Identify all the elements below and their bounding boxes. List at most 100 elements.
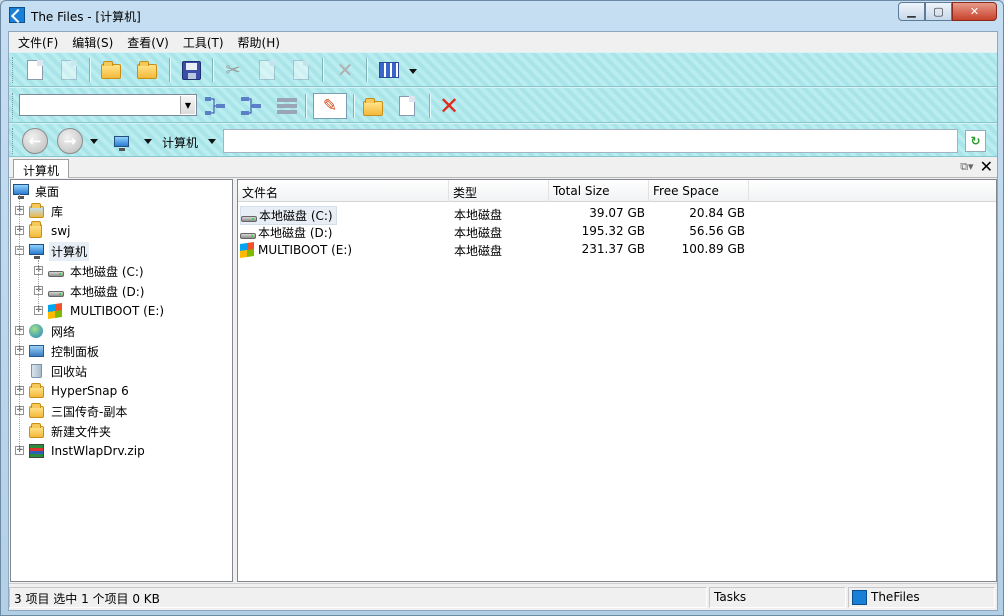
zip-icon (29, 443, 45, 459)
menu-edit[interactable]: 编辑(S) (65, 32, 120, 52)
tree-item[interactable]: 桌面 (13, 181, 61, 201)
tab-list-icon[interactable]: ⧉▾ (960, 160, 973, 174)
tree-item[interactable]: 三国传奇-副本 (29, 401, 129, 421)
save-button[interactable] (179, 58, 203, 82)
tree-item[interactable]: HyperSnap 6 (29, 381, 131, 401)
status-app-label: TheFiles (871, 590, 920, 604)
open-button[interactable] (361, 96, 385, 120)
desktop-icon (13, 183, 29, 199)
maximize-button[interactable]: ▢ (925, 2, 952, 21)
toolbar-grip[interactable] (12, 128, 15, 154)
view-mode-button[interactable] (377, 58, 401, 82)
address-dropdown-arrow[interactable] (208, 139, 216, 144)
list-item-name[interactable]: 本地磁盘 (D:) (240, 224, 335, 241)
folder-icon (29, 423, 45, 439)
folder-tree[interactable]: 桌面库 + swj + 计算机 − 本地磁盘 (C:) + 本地磁盘 (D:) + MULTIBOO… (10, 179, 233, 582)
list-item-name[interactable]: MULTIBOOT (E:) (240, 242, 355, 258)
address-input[interactable] (223, 129, 958, 153)
tree-item-label: InstWlapDrv.zip (51, 444, 145, 458)
column-name-header[interactable]: 文件名 (238, 180, 449, 202)
toolbar-grip[interactable] (12, 57, 15, 83)
cut-button[interactable]: ✂ (221, 58, 245, 82)
paste-button[interactable] (289, 58, 313, 82)
status-app[interactable]: TheFiles (848, 587, 995, 608)
status-tasks[interactable]: Tasks (709, 587, 846, 608)
tree-item-label: 本地磁盘 (C:) (70, 264, 144, 279)
window-title: The Files - [计算机] (31, 10, 141, 24)
tree-item-label: 库 (51, 204, 64, 219)
column-free-space-header[interactable]: Free Space (649, 180, 749, 202)
tree-item[interactable]: 计算机 (29, 241, 90, 261)
view-dropdown-arrow[interactable] (409, 69, 417, 74)
computer-location-button[interactable] (109, 129, 133, 153)
combo-arrow-icon[interactable]: ▼ (180, 96, 195, 114)
back-arrow-icon: ← (28, 132, 42, 150)
tree-item[interactable]: 本地磁盘 (C:) (48, 261, 146, 281)
list-view-icon (277, 98, 297, 114)
new-file-button[interactable] (23, 58, 47, 82)
toolbar-separator (429, 94, 430, 118)
tree-item-label: 本地磁盘 (D:) (70, 284, 145, 299)
view-grid-icon (379, 62, 399, 78)
open-folder-button[interactable] (99, 59, 123, 83)
windows-drive-icon (48, 303, 64, 319)
list-item-name-label: MULTIBOOT (E:) (258, 243, 353, 257)
list-item-name-label: 本地磁盘 (C:) (259, 209, 333, 223)
menu-bar: 文件(F) 编辑(S) 查看(V) 工具(T) 帮助(H) (9, 32, 997, 52)
menu-help[interactable]: 帮助(H) (231, 32, 287, 52)
tree-item[interactable]: 控制面板 (29, 341, 101, 361)
properties-button[interactable] (395, 94, 419, 118)
folder-up-button[interactable] (135, 59, 159, 83)
menu-file[interactable]: 文件(F) (11, 32, 65, 52)
tree-item-label: 回收站 (51, 364, 88, 379)
tab-computer[interactable]: 计算机 (13, 159, 70, 178)
tree-item-label: 控制面板 (51, 344, 100, 359)
toolbar-separator (353, 94, 354, 118)
list-item[interactable]: 本地磁盘 (C:) 本地磁盘 39.07 GB 20.84 GB (238, 205, 996, 225)
tree-item[interactable]: InstWlapDrv.zip (29, 441, 147, 461)
tree-item[interactable]: 网络 (29, 321, 77, 341)
library-icon (29, 203, 45, 219)
minimize-button[interactable]: ▁ (898, 2, 925, 21)
tree-item[interactable]: 回收站 (29, 361, 89, 381)
drive-combo[interactable]: ▼ (19, 94, 197, 116)
file-list[interactable]: 文件名 类型 Total Size Free Space 本地磁盘 (C:) 本地… (237, 179, 997, 582)
menu-view[interactable]: 查看(V) (120, 32, 176, 52)
tree-item[interactable]: MULTIBOOT (E:) (48, 301, 166, 321)
tree-item-label: 网络 (51, 324, 76, 339)
list-item[interactable]: 本地磁盘 (D:) 本地磁盘 195.32 GB 56.56 GB (238, 223, 996, 241)
close-button[interactable]: ✕ (952, 2, 997, 21)
copy-icon (259, 60, 275, 80)
rename-button[interactable]: ✎ (313, 93, 347, 119)
blank-doc-icon (61, 60, 77, 80)
refresh-button[interactable]: ↻ (965, 130, 986, 152)
tree-item[interactable]: 库 (29, 201, 65, 221)
tree-item[interactable]: swj (29, 221, 72, 241)
list-item-name-label: 本地磁盘 (D:) (258, 226, 333, 240)
delete-button[interactable]: ✕ (333, 58, 357, 82)
list-item[interactable]: MULTIBOOT (E:) 本地磁盘 231.37 GB 100.89 GB (238, 241, 996, 259)
location-dropdown-arrow[interactable] (144, 139, 152, 144)
column-total-size-header[interactable]: Total Size (549, 180, 649, 202)
toolbar-grip[interactable] (12, 93, 15, 119)
title-bar[interactable]: The Files - [计算机] ▁ ▢ ✕ (1, 1, 1003, 31)
history-dropdown-arrow[interactable] (90, 139, 98, 144)
control-panel-icon (29, 343, 45, 359)
menu-tools[interactable]: 工具(T) (176, 32, 231, 52)
branch-view-icon (241, 97, 261, 115)
tree-view-button[interactable] (203, 94, 227, 118)
remove-button[interactable]: ✕ (437, 92, 461, 120)
column-type-header[interactable]: 类型 (449, 180, 549, 202)
tree-item[interactable]: 本地磁盘 (D:) (48, 281, 146, 301)
toolbar-separator (89, 58, 90, 82)
close-tab-button[interactable]: ✕ (980, 159, 993, 175)
copy-button[interactable] (255, 58, 279, 82)
tree-item[interactable]: 新建文件夹 (29, 421, 113, 441)
back-button[interactable]: ← (22, 128, 48, 154)
branch-view-button[interactable] (239, 94, 263, 118)
list-view-button[interactable] (275, 94, 299, 118)
new-blank-button[interactable] (57, 58, 81, 82)
tree-guide-line (38, 260, 39, 310)
list-item-free-space: 20.84 GB (689, 206, 745, 220)
forward-button[interactable]: → (57, 128, 83, 154)
